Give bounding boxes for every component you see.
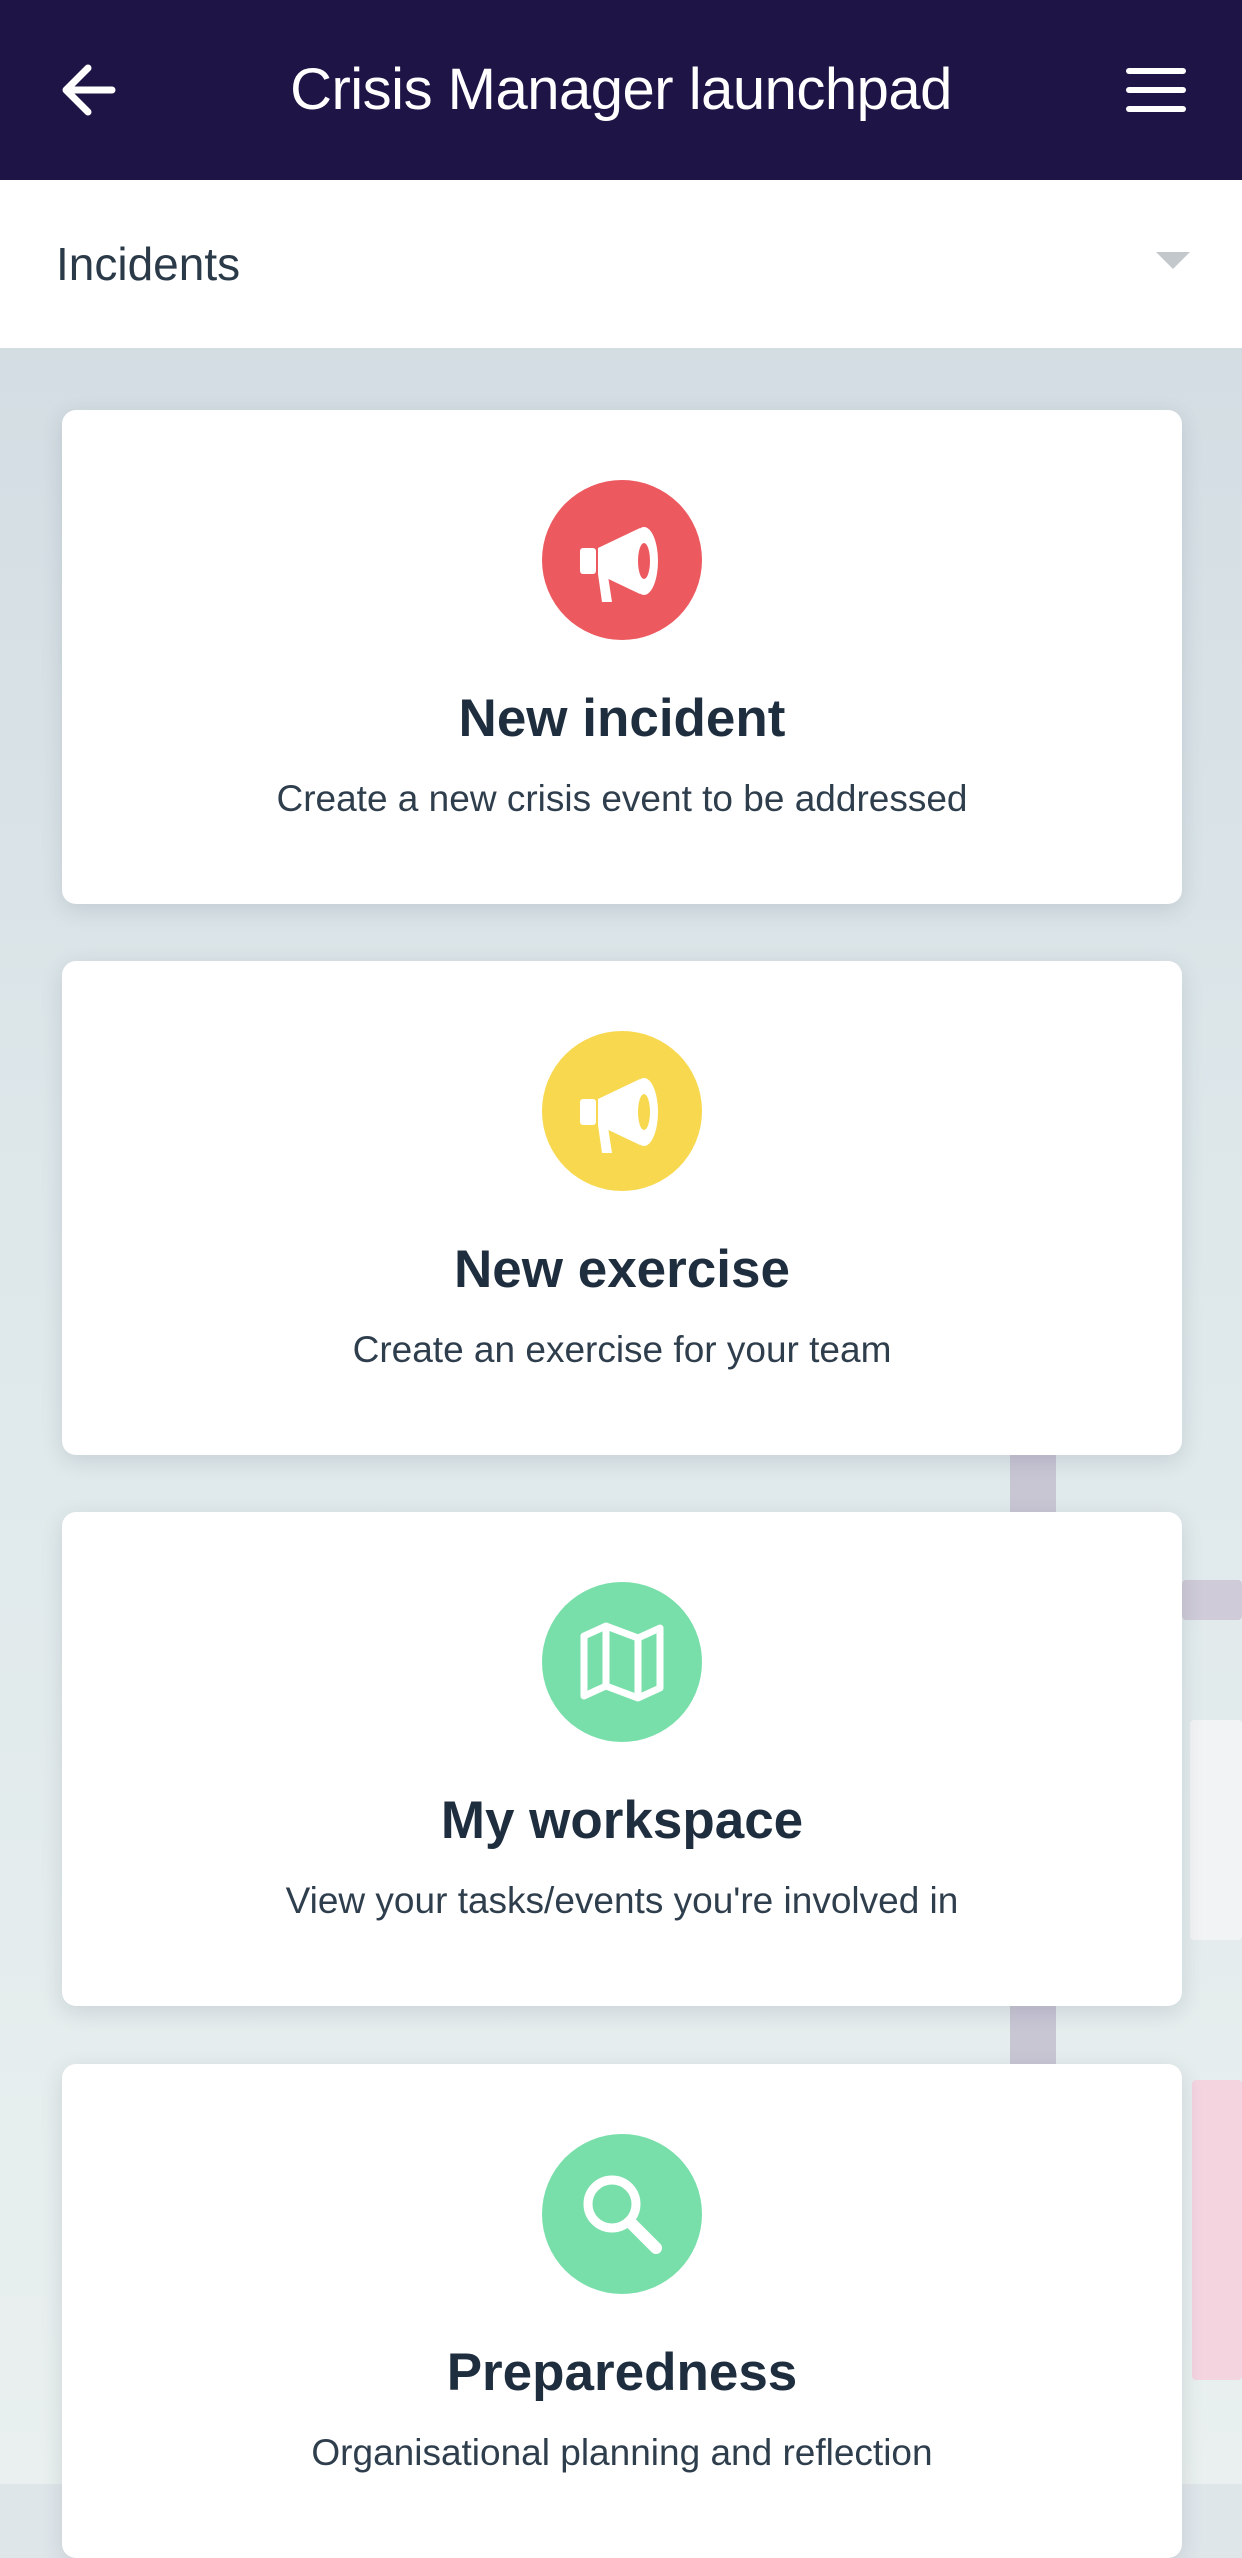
card-description: Create an exercise for your team	[352, 1329, 892, 1370]
card-description: Organisational planning and reflection	[311, 2432, 933, 2473]
map-icon	[580, 1622, 664, 1702]
new-exercise-card[interactable]: New exercise Create an exercise for your…	[62, 961, 1182, 1455]
background-decoration	[1190, 1720, 1242, 1940]
category-select-value: Incidents	[56, 238, 241, 290]
app-header: Crisis Manager launchpad	[0, 0, 1242, 180]
new-incident-icon-circle	[542, 480, 702, 640]
card-title: New incident	[458, 689, 786, 748]
megaphone-icon	[580, 527, 658, 602]
new-exercise-icon-circle	[542, 1031, 702, 1191]
hamburger-menu-icon	[1126, 68, 1186, 112]
megaphone-icon	[580, 1078, 658, 1153]
preparedness-icon-circle	[542, 2134, 702, 2294]
my-workspace-card[interactable]: My workspace View your tasks/events you'…	[62, 1512, 1182, 2006]
category-select[interactable]: Incidents	[0, 180, 1242, 348]
back-button[interactable]	[56, 56, 124, 124]
background-decoration	[1182, 1580, 1242, 1620]
menu-button[interactable]	[1124, 60, 1188, 120]
arrow-left-icon	[62, 64, 116, 116]
search-icon	[583, 2175, 662, 2254]
background-decoration	[1192, 2080, 1242, 2380]
card-title: My workspace	[440, 1791, 804, 1850]
card-title: Preparedness	[446, 2343, 798, 2402]
caret-down-icon	[1156, 252, 1190, 269]
page-title: Crisis Manager launchpad	[290, 57, 952, 122]
card-description: Create a new crisis event to be addresse…	[276, 778, 968, 819]
new-incident-card[interactable]: New incident Create a new crisis event t…	[62, 410, 1182, 904]
my-workspace-icon-circle	[542, 1582, 702, 1742]
card-description: View your tasks/events you're involved i…	[285, 1880, 959, 1921]
card-title: New exercise	[454, 1240, 790, 1299]
